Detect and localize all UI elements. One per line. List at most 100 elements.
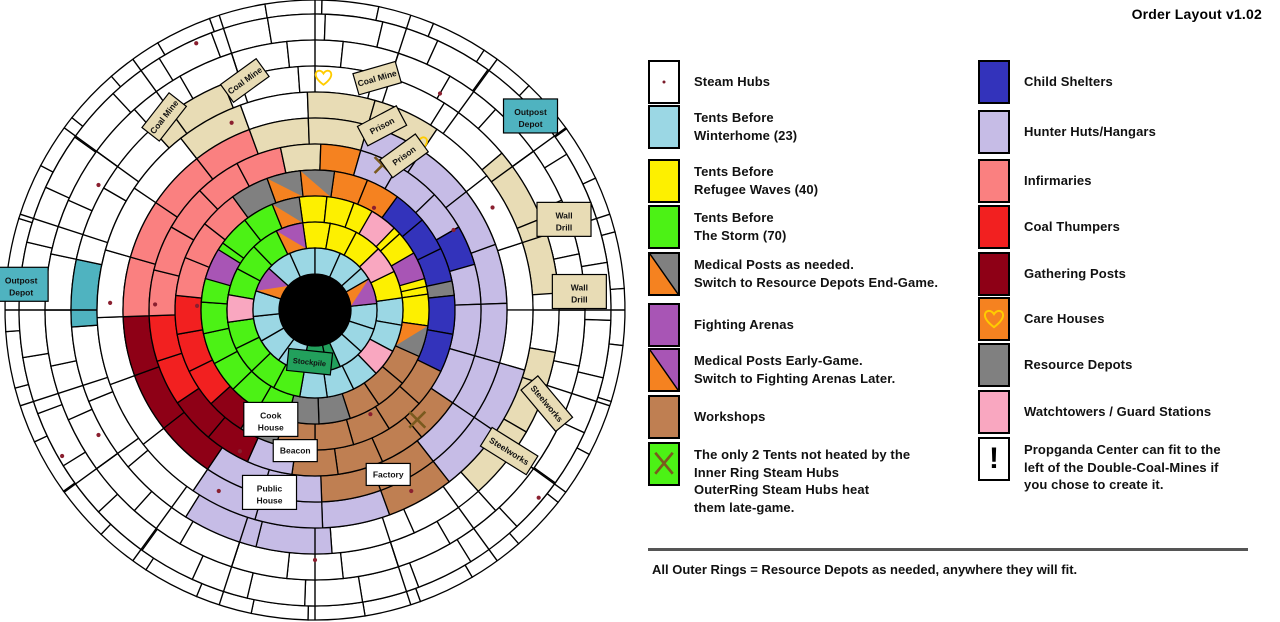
building-label-text: Beacon	[280, 446, 311, 456]
steam-hub-dot	[229, 120, 234, 125]
legend-item-tents-before: Tents Before Refugee Waves (40)	[648, 159, 818, 203]
ring3-medical-depot	[300, 170, 335, 198]
exclamation-glyph: !	[989, 442, 999, 475]
legend-item-propganda-center-can-fit-to-the: ! Propganda Center can fit to the left of…	[978, 437, 1221, 494]
swatch-tents-before	[648, 159, 680, 203]
legend-label: Medical Posts Early-Game. Switch to Figh…	[694, 353, 896, 386]
building-label-beacon: Beacon	[272, 439, 318, 463]
ring1-watchtower	[226, 293, 255, 323]
legend-label: Hunter Huts/Hangars	[1024, 124, 1156, 139]
legend-label: Propganda Center can fit to the left of …	[1024, 442, 1221, 493]
heart-icon	[978, 297, 1010, 341]
steam-hub-dot	[96, 182, 101, 188]
ring2-cell	[298, 195, 328, 224]
exclamation-icon: !	[978, 437, 1010, 481]
steam-hub-dot	[490, 205, 495, 210]
building-label-wall-drill: Wall Drill	[551, 273, 607, 310]
ring3-cell	[426, 294, 456, 336]
legend-item-workshops: Workshops	[648, 395, 765, 439]
swatch-child-shelters	[978, 60, 1010, 104]
legend-item-steam-hubs: Steam Hubs	[648, 60, 770, 104]
legend-label: Tents Before The Storm (70)	[694, 210, 787, 243]
building-label-outpost-depot: Outpost Depot	[502, 98, 559, 134]
steam-hub-dot	[108, 300, 113, 305]
swatch-resource-depots	[978, 343, 1010, 387]
outer-grid-cell	[18, 298, 50, 359]
legend-item-coal-thumpers: Coal Thumpers	[978, 205, 1120, 249]
legend-label: Medical Posts as needed. Switch to Resou…	[694, 257, 939, 290]
legend-item-infirmaries: Infirmaries	[978, 159, 1092, 203]
legend-item-hunter-huts-hangars: Hunter Huts/Hangars	[978, 110, 1156, 154]
city-ring-diagram: Stockpile Cook House Beacon Public House Facto…	[0, 0, 640, 622]
steam-hub-dot	[60, 453, 65, 459]
steam-hub-dot	[312, 557, 318, 563]
legend-label: Watchtowers / Guard Stations	[1024, 404, 1212, 419]
steam-hub-dot	[451, 227, 456, 233]
legend-item-fighting-arenas: Fighting Arenas	[648, 303, 794, 347]
swatch-hunter-huts-hangars	[978, 110, 1010, 154]
building-label-cook-house: Cook House	[243, 401, 299, 438]
steam-hub-dot	[368, 412, 373, 417]
swatch-coal-thumpers	[978, 205, 1010, 249]
outer-grid-cell	[303, 575, 364, 607]
legend-item-tents-before: Tents Before Winterhome (23)	[648, 105, 797, 149]
legend-label: Fighting Arenas	[694, 317, 794, 332]
swatch-gathering-posts	[978, 252, 1010, 296]
legend-item-tents-before: Tents Before The Storm (70)	[648, 205, 786, 249]
legend-label: Infirmaries	[1024, 173, 1092, 188]
building-label-stockpile: Stockpile	[285, 347, 334, 376]
legend-item-gathering-posts: Gathering Posts	[978, 252, 1126, 296]
swatch-tents-before	[648, 205, 680, 249]
legend-label: Child Shelters	[1024, 74, 1113, 89]
building-label-wall-drill: Wall Drill	[536, 201, 592, 237]
steam-hub-dot	[194, 41, 199, 46]
legend-label: Coal Thumpers	[1024, 219, 1120, 234]
steam-hub-dot	[437, 91, 443, 96]
swatch-diagonal-icon	[648, 252, 680, 296]
swatch-infirmaries	[978, 159, 1010, 203]
swatch-fighting-arenas	[648, 303, 680, 347]
swatch-workshops	[648, 395, 680, 439]
x-icon	[648, 442, 680, 486]
legend-label: Workshops	[694, 409, 766, 424]
legend-item-care-houses: Care Houses	[978, 297, 1105, 341]
legend-item-medical-posts-early-game: Medical Posts Early-Game. Switch to Figh…	[648, 348, 895, 392]
building-label-factory: Factory	[365, 462, 411, 487]
legend-label: Tents Before Refugee Waves (40)	[694, 164, 819, 197]
legend-divider	[648, 548, 1248, 551]
legend-item-watchtowers-guard-stations: Watchtowers / Guard Stations	[978, 390, 1211, 434]
steam-hub-dot	[662, 80, 666, 84]
building-label-public-house: Public House	[241, 474, 298, 511]
legend-label: Steam Hubs	[694, 74, 771, 89]
legend-label: Gathering Posts	[1024, 266, 1126, 281]
legend-panel: Steam Hubs Tents Before Winterhome (23) Te…	[640, 0, 1280, 622]
legend-footnote: All Outer Rings = Resource Depots as nee…	[652, 562, 1078, 577]
swatch-watchtowers-guard-stations	[978, 390, 1010, 434]
legend-item-medical-posts-as-needed: Medical Posts as needed. Switch to Resou…	[648, 252, 938, 296]
care-house-heart-icon	[980, 299, 1008, 339]
outer-grid-cell	[266, 13, 327, 45]
building-label-outpost-depot: Outpost Depot	[0, 266, 49, 302]
swatch-tents-before	[648, 105, 680, 149]
generator-core	[279, 274, 351, 346]
legend-item-resource-depots: Resource Depots	[978, 343, 1132, 387]
steam-hub-dot	[152, 302, 158, 307]
ring3-cell	[174, 294, 204, 336]
legend-label: Care Houses	[1024, 311, 1105, 326]
steam-hub-dot	[194, 303, 200, 308]
legend-item-child-shelters: Child Shelters	[978, 60, 1113, 104]
steam-hub-dot	[536, 495, 541, 500]
ring2-cell	[200, 301, 230, 335]
building-label-text: Factory	[373, 469, 404, 479]
swatch-diagonal-icon	[648, 348, 680, 392]
legend-label: Tents Before Winterhome (23)	[694, 110, 798, 143]
ring4-cell	[279, 143, 322, 174]
ring-wheel-svg: Stockpile Cook House Beacon Public House Facto…	[0, 0, 626, 621]
legend-item-the-only-2-tents-not-heated-by-the: The only 2 Tents not heated by the Inner…	[648, 442, 910, 516]
steam-hub-dot-icon	[648, 60, 680, 104]
steam-hub-dot	[409, 488, 414, 494]
legend-label: Resource Depots	[1024, 357, 1133, 372]
steam-hub-dot	[216, 488, 221, 494]
steam-hub-dot	[237, 449, 242, 454]
ring2-cell	[401, 293, 430, 327]
